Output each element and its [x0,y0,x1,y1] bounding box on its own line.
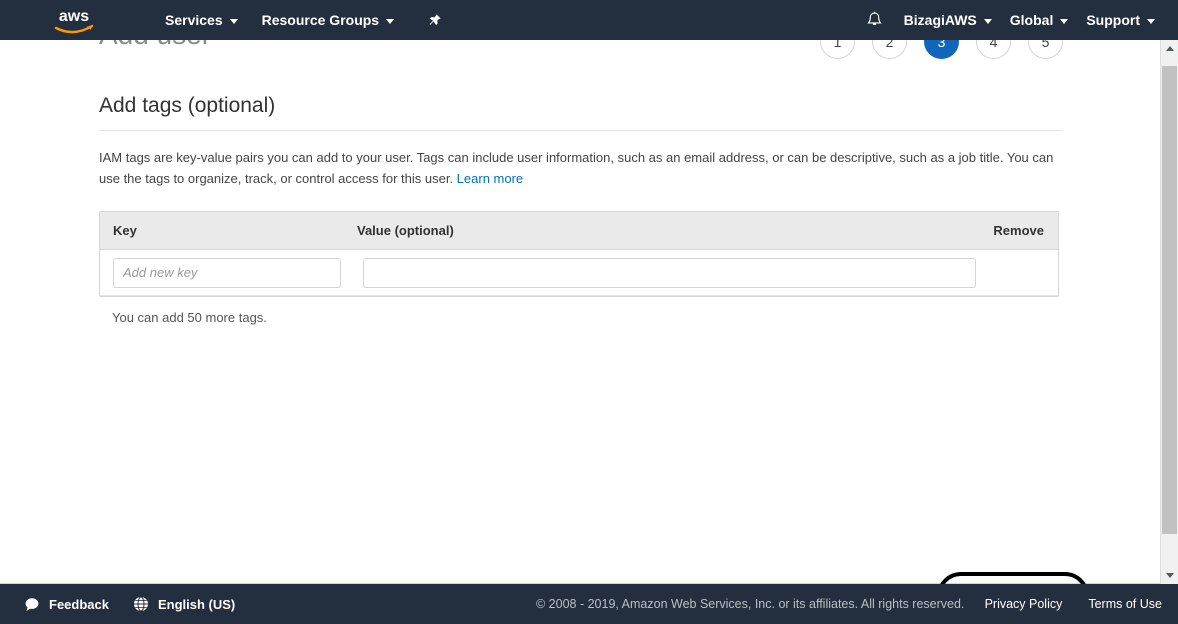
wizard-step-5[interactable]: 5 [1028,40,1063,59]
footer-links: Privacy Policy Terms of Use [959,597,1162,611]
chevron-down-icon [1060,18,1069,24]
learn-more-link[interactable]: Learn more [457,171,523,186]
vertical-scrollbar[interactable] [1160,40,1178,584]
chevron-down-icon [229,18,238,24]
wizard-step-4[interactable]: 4 [976,40,1011,59]
table-row [100,250,1058,296]
copyright-text: © 2008 - 2019, Amazon Web Services, Inc.… [536,597,965,611]
nav-services-label: Services [165,12,223,28]
tag-key-input[interactable] [113,257,341,288]
terms-of-use-link[interactable]: Terms of Use [1088,597,1162,611]
section-title: Add tags (optional) [99,94,1063,131]
remaining-tags-text: You can add 50 more tags. [112,310,267,325]
language-button[interactable]: English (US) [133,596,235,612]
chevron-down-icon [983,18,992,24]
footer-left-group: Feedback English (US) [24,596,235,612]
chevron-down-icon [1165,573,1174,578]
nav-region-label: Global [1009,12,1054,28]
privacy-policy-link[interactable]: Privacy Policy [985,597,1063,611]
chevron-down-icon [386,18,395,24]
tags-table: Key Value (optional) Remove [99,211,1059,297]
wizard-step-1[interactable]: 1 [820,40,855,59]
bell-icon[interactable] [854,11,895,29]
nav-support-label: Support [1086,12,1140,28]
chevron-down-icon [1147,18,1155,24]
top-navigation-bar: aws Services Resource Groups BizagiAWS G… [0,0,1178,40]
content-inner: Add user 1 2 3 4 5 Add tags (optional) I… [99,40,1063,325]
globe-icon [133,596,149,612]
scroll-down-button[interactable] [1161,567,1178,584]
column-header-key: Key [113,223,137,238]
nav-account-menu[interactable]: BizagiAWS [895,0,1001,40]
pin-icon[interactable] [419,0,450,40]
section-description: IAM tags are key-value pairs you can add… [99,147,1057,189]
description-text: IAM tags are key-value pairs you can add… [99,150,1054,186]
wizard-step-3[interactable]: 3 [924,40,959,59]
click-highlight-annotation [936,571,1089,584]
feedback-button[interactable]: Feedback [24,597,109,612]
wizard-step-2[interactable]: 2 [872,40,907,59]
column-header-remove: Remove [993,223,1044,238]
nav-region-menu[interactable]: Global [1001,0,1078,40]
page-content: Add user 1 2 3 4 5 Add tags (optional) I… [0,40,1160,325]
scrollbar-thumb[interactable] [1162,66,1177,534]
navbar-right-group: BizagiAWS Global Support [854,0,1178,40]
aws-logo[interactable]: aws [48,5,100,35]
page-footer: Feedback English (US) © 2008 - 2019, Ama… [0,584,1178,624]
tags-table-header: Key Value (optional) Remove [100,212,1058,250]
scroll-up-button[interactable] [1161,40,1178,57]
wizard-step-indicator: 1 2 3 4 5 [820,40,1063,59]
nav-account-label: BizagiAWS [903,12,977,28]
nav-resource-groups-label: Resource Groups [261,12,380,28]
feedback-label: Feedback [49,596,109,612]
language-label: English (US) [157,596,236,612]
chevron-up-icon [1165,46,1174,51]
nav-support-menu[interactable]: Support [1077,0,1164,40]
tag-value-input[interactable] [363,257,976,288]
speech-bubble-icon [24,597,40,612]
nav-resource-groups-menu[interactable]: Resource Groups [253,0,403,40]
svg-text:aws: aws [59,8,89,25]
nav-services-menu[interactable]: Services [156,0,247,40]
page-scroll-area: Add user 1 2 3 4 5 Add tags (optional) I… [0,40,1160,584]
column-header-value: Value (optional) [357,223,454,238]
